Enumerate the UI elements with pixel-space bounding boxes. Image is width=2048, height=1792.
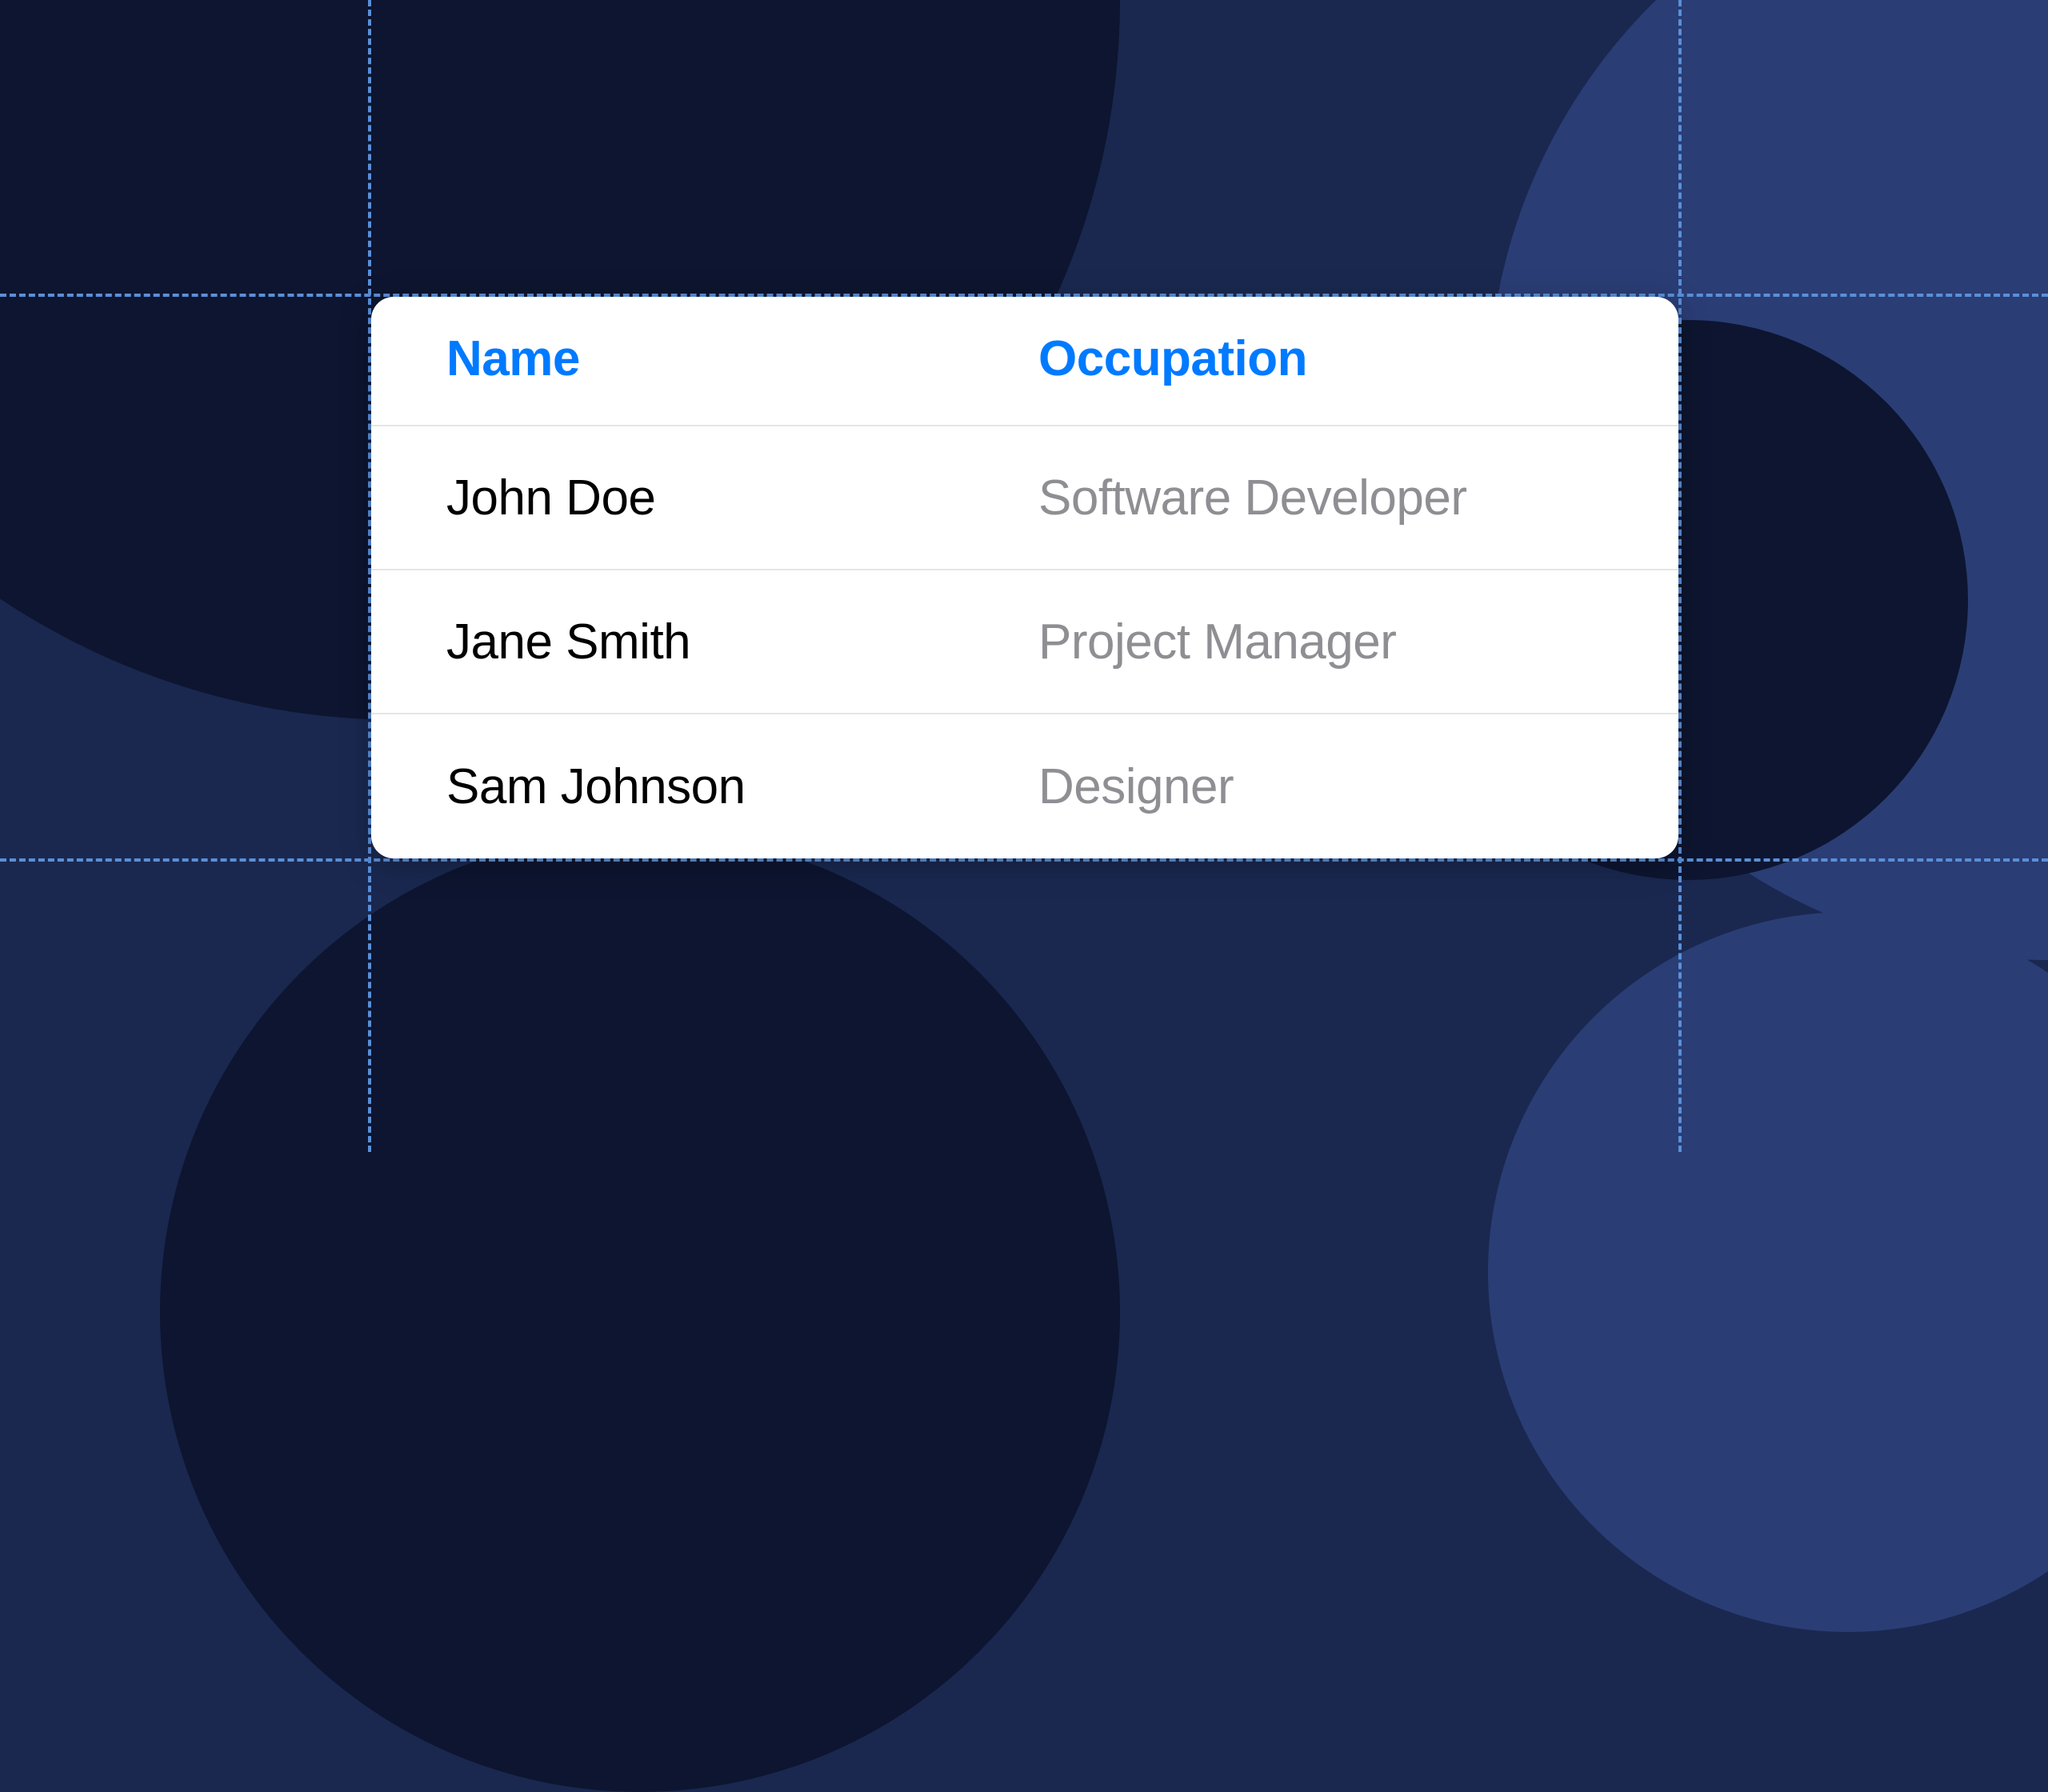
table-row[interactable]: John Doe Software Developer xyxy=(371,426,1678,570)
guide-line-bottom xyxy=(0,858,2048,862)
table-row[interactable]: Sam Johnson Designer xyxy=(371,714,1678,858)
cell-name: Jane Smith xyxy=(446,614,690,670)
background-shape xyxy=(1488,912,2048,1632)
cell-occupation: Project Manager xyxy=(1038,614,1396,670)
cell-occupation: Software Developer xyxy=(1038,470,1467,526)
guide-line-right xyxy=(1678,0,1682,1152)
background-shape xyxy=(160,832,1120,1792)
cell-name: John Doe xyxy=(446,470,655,526)
cell-name: Sam Johnson xyxy=(446,759,746,814)
column-header-name[interactable]: Name xyxy=(446,331,580,386)
column-header-occupation[interactable]: Occupation xyxy=(1038,331,1307,386)
table-header-row: Name Occupation xyxy=(371,324,1678,426)
people-table-card: Name Occupation John Doe Software Develo… xyxy=(371,297,1678,858)
table-row[interactable]: Jane Smith Project Manager xyxy=(371,570,1678,714)
cell-occupation: Designer xyxy=(1038,759,1234,814)
